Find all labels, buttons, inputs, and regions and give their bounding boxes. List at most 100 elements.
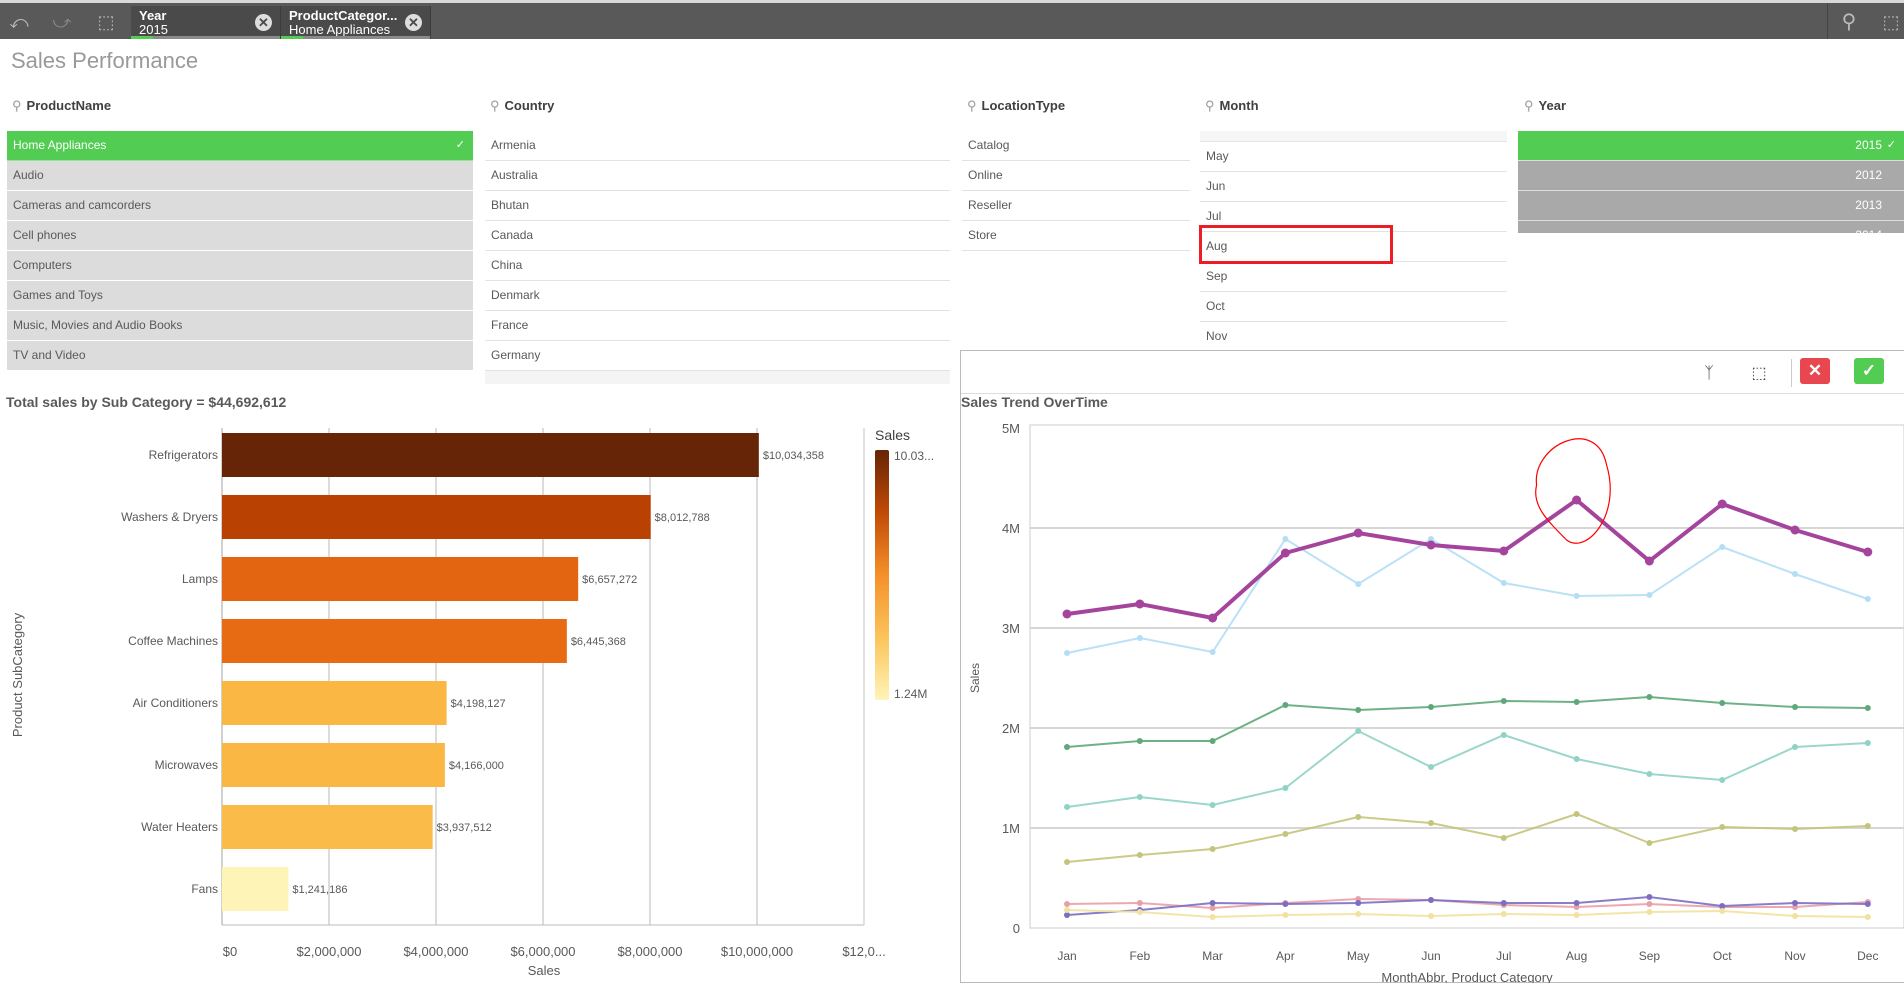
bar-fans (222, 867, 289, 911)
filter-label: Month (1219, 98, 1259, 113)
data-point (1282, 785, 1289, 791)
data-point (1646, 771, 1653, 777)
data-point (1573, 756, 1580, 762)
list-item[interactable]: 2012 (1518, 161, 1904, 191)
x-tick-label: Mar (1202, 949, 1223, 963)
series-line-7 (1066, 497, 1869, 621)
x-tick-label: Oct (1713, 949, 1732, 963)
data-point (1644, 556, 1654, 566)
data-label: $4,198,127 (451, 698, 506, 710)
lasso-icon[interactable]: ᛉ (1696, 361, 1722, 387)
list-item[interactable]: Canada (485, 221, 950, 251)
data-point (1573, 593, 1580, 599)
list-item[interactable]: 2014 (1518, 221, 1904, 233)
list-item[interactable]: Nov (1200, 322, 1507, 347)
list-item[interactable]: Germany (485, 341, 950, 371)
list-item[interactable]: France (485, 311, 950, 341)
list-item[interactable]: Jun (1200, 172, 1507, 202)
listbox-country[interactable]: Armenia Australia Bhutan Canada China De… (485, 131, 950, 384)
data-label: $4,166,000 (449, 760, 504, 772)
data-point (1573, 912, 1580, 918)
listbox-year[interactable]: 2015✓ 2012 2013 2014 (1518, 131, 1904, 233)
list-item[interactable]: Online (962, 161, 1190, 191)
step-forward-icon[interactable]: ⤻ (48, 9, 76, 35)
data-point (1355, 900, 1362, 906)
data-point (1499, 546, 1509, 556)
data-point (1355, 581, 1362, 587)
list-item[interactable]: Games and Toys (7, 281, 473, 311)
list-item[interactable]: Computers (7, 251, 473, 281)
selection-chip-year[interactable]: Year 2015 ✕ (131, 6, 281, 39)
list-item[interactable]: 2015 ✓ (1518, 131, 1904, 161)
list-item[interactable]: Home Appliances ✓ (7, 131, 473, 161)
list-item-partial[interactable] (1200, 131, 1507, 142)
list-item[interactable]: TV and Video (7, 341, 473, 371)
cancel-selection-button[interactable]: ✕ (1800, 358, 1830, 384)
search-icon: ⚲ (1205, 98, 1215, 113)
search-icon: ⚲ (490, 98, 500, 113)
legend-title: Sales (875, 427, 910, 443)
data-point (1064, 744, 1070, 750)
data-label: $3,937,512 (437, 822, 492, 834)
clear-selection-icon[interactable]: ⬚ (1746, 361, 1772, 387)
filter-header-year[interactable]: ⚲ Year (1524, 98, 1566, 114)
data-point (1282, 702, 1289, 708)
list-item[interactable]: Cameras and camcorders (7, 191, 473, 221)
x-tick-label: Aug (1566, 949, 1587, 963)
filter-header-month[interactable]: ⚲ Month (1205, 98, 1259, 114)
x-tick-label: $8,000,000 (617, 944, 682, 959)
list-item[interactable]: Armenia (485, 131, 950, 161)
data-point (1792, 826, 1798, 832)
series-line-4 (1066, 897, 1868, 910)
list-item[interactable]: 2013 (1518, 191, 1904, 221)
selection-chip-product-category[interactable]: ProductCategor... Home Appliances ✕ (281, 6, 431, 39)
list-item[interactable]: Music, Movies and Audio Books (7, 311, 473, 341)
listbox-locationtype[interactable]: Catalog Online Reseller Store (962, 131, 1190, 261)
list-item[interactable]: Australia (485, 161, 950, 191)
data-point (1864, 823, 1871, 829)
list-item[interactable]: Audio (7, 161, 473, 191)
x-tick-label: Jun (1421, 949, 1440, 963)
listbox-productname[interactable]: Home Appliances ✓ Audio Cameras and camco… (7, 131, 473, 371)
list-item[interactable]: China (485, 251, 950, 281)
page-title: Sales Performance (11, 48, 199, 73)
data-point (1646, 840, 1653, 846)
data-point (1428, 897, 1434, 903)
line-chart-title: Sales Trend OverTime (961, 394, 1108, 410)
remove-selection-icon[interactable]: ✕ (255, 14, 272, 31)
data-point (1573, 811, 1580, 817)
step-back-icon[interactable]: ⤺ (5, 9, 33, 35)
line-chart[interactable]: 0 1M 2M 3M 4M 5M Jan Feb Mar Apr May Jun Jul Aug Sep Oc… (961, 420, 1904, 983)
list-item[interactable]: Denmark (485, 281, 950, 311)
smart-select-icon[interactable]: ⬚ (1877, 9, 1904, 35)
list-item[interactable]: Store (962, 221, 1190, 251)
list-item[interactable]: Bhutan (485, 191, 950, 221)
series-line-3 (1066, 812, 1868, 863)
category-label: Washers & Dryers (121, 510, 218, 524)
filter-label: Year (1538, 98, 1567, 113)
clear-selections-icon[interactable]: ⬚ (92, 9, 120, 35)
chip-field: Year (139, 8, 167, 23)
data-point (1136, 635, 1143, 641)
bar-microwaves (222, 743, 445, 787)
x-tick-label: Apr (1276, 949, 1295, 963)
data-point (1282, 912, 1289, 918)
list-item-partial[interactable] (485, 371, 950, 384)
list-item[interactable]: Oct (1200, 292, 1507, 322)
filter-header-productname[interactable]: ⚲ ProductName (12, 98, 111, 114)
list-item[interactable]: Sep (1200, 262, 1507, 292)
data-point (1209, 846, 1216, 852)
category-label: Air Conditioners (133, 696, 218, 710)
filter-header-locationtype[interactable]: ⚲ LocationType (967, 98, 1065, 114)
bar-refrigerators (222, 433, 759, 477)
list-item[interactable]: Reseller (962, 191, 1190, 221)
list-item[interactable]: May (1200, 142, 1507, 172)
filter-header-country[interactable]: ⚲ Country (490, 98, 554, 114)
bar-chart[interactable]: $0 $2,000,000 $4,000,000 $6,000,000 $8,000,0… (0, 420, 960, 987)
data-label: $6,445,368 (571, 636, 626, 648)
remove-selection-icon[interactable]: ✕ (405, 14, 422, 31)
list-item[interactable]: Cell phones (7, 221, 473, 251)
confirm-selection-button[interactable]: ✓ (1854, 358, 1884, 384)
search-icon[interactable]: ⚲ (1835, 9, 1863, 35)
list-item[interactable]: Catalog (962, 131, 1190, 161)
